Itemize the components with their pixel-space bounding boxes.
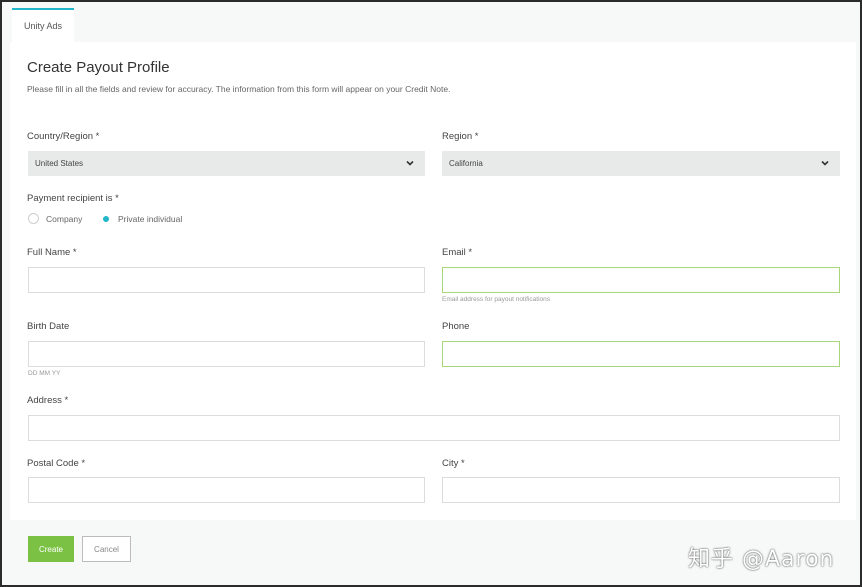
country-label: Country/Region * <box>27 131 100 142</box>
page-subtitle: Please fill in all the fields and review… <box>27 84 451 94</box>
chevron-down-icon <box>821 160 829 166</box>
address-input[interactable] <box>28 415 840 441</box>
cancel-button[interactable]: Cancel <box>82 536 131 562</box>
tab-label: Unity Ads <box>23 21 63 31</box>
phone-label: Phone <box>442 321 470 332</box>
phone-input[interactable] <box>442 341 840 367</box>
page-title: Create Payout Profile <box>27 59 170 76</box>
region-select[interactable]: California <box>442 151 840 176</box>
city-input[interactable] <box>442 477 840 503</box>
tab-unity-ads[interactable]: Unity Ads <box>12 8 74 42</box>
watermark-text: 知乎 @Aaron <box>688 547 835 572</box>
form-panel: Create Payout Profile Please fill in all… <box>10 42 856 520</box>
city-label: City * <box>442 458 465 469</box>
chevron-down-icon <box>406 160 414 166</box>
birth-date-help-text: DD MM YY <box>28 370 61 377</box>
email-help-text: Email address for payout notifications <box>442 296 551 303</box>
postal-code-input[interactable] <box>28 477 425 503</box>
app-window: Unity Ads Create Payout Profile Please f… <box>0 0 862 587</box>
birth-date-label: Birth Date <box>27 321 70 332</box>
region-label: Region * <box>442 131 479 142</box>
birth-date-input[interactable] <box>28 341 425 367</box>
create-button[interactable]: Create <box>28 536 74 562</box>
radio-unchecked-icon <box>28 213 39 224</box>
recipient-label: Payment recipient is * <box>27 193 119 204</box>
radio-company[interactable]: Company <box>28 213 82 224</box>
radio-private-individual[interactable]: Private individual <box>100 213 182 224</box>
address-label: Address * <box>27 395 69 406</box>
radio-checked-icon <box>100 213 111 224</box>
radio-private-label: Private individual <box>118 213 183 224</box>
email-input[interactable] <box>442 267 840 293</box>
country-select-value: United States <box>35 159 84 168</box>
email-label: Email * <box>442 247 473 258</box>
full-name-input[interactable] <box>28 267 425 293</box>
postal-code-label: Postal Code * <box>27 458 86 469</box>
full-name-label: Full Name * <box>27 247 77 258</box>
region-select-value: California <box>449 159 483 168</box>
country-select[interactable]: United States <box>28 151 425 176</box>
radio-company-label: Company <box>46 213 83 224</box>
